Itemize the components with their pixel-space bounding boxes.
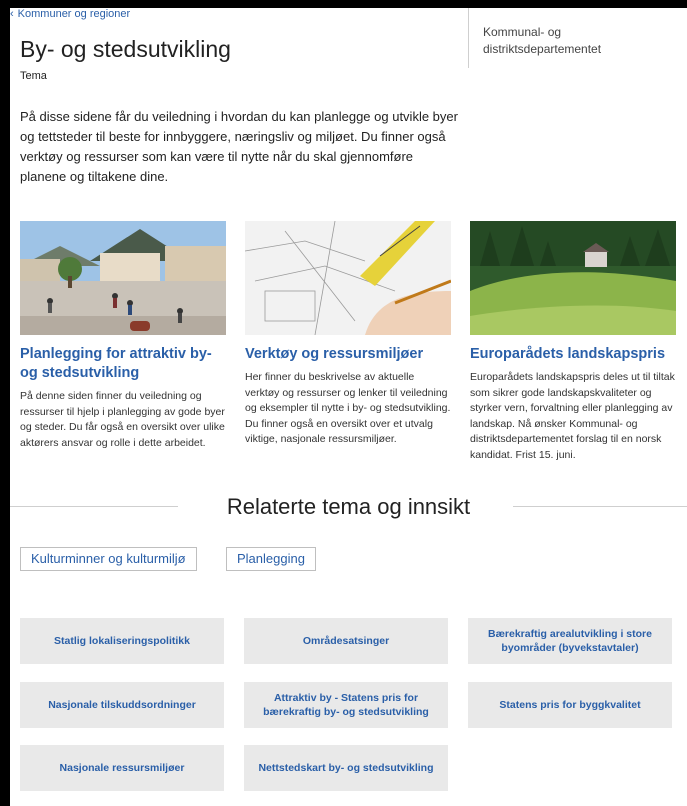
card-image-drawing[interactable]	[245, 221, 451, 335]
department-link[interactable]: Kommunal- og distriktsdepartementet	[483, 24, 633, 58]
breadcrumb-label: Kommuner og regioner	[17, 8, 131, 20]
link-nasjonale-ressursmiljoer[interactable]: Nasjonale ressursmiljøer	[20, 745, 224, 791]
page: ‹ Kommuner og regioner By- og stedsutvikl…	[10, 8, 687, 806]
card-tools[interactable]: Verktøy og ressursmiljøer Her finner du …	[245, 221, 451, 448]
tag-planlegging[interactable]: Planlegging	[226, 547, 316, 571]
link-statens-pris-byggkvalitet[interactable]: Statens pris for byggkvalitet	[468, 682, 672, 728]
link-omradesatsinger[interactable]: Områdesatsinger	[244, 618, 448, 664]
card-title[interactable]: Europarådets landskapspris	[470, 345, 676, 364]
card-text: Her finner du beskrivelse av aktuelle ve…	[245, 371, 451, 445]
intro-text: På disse sidene får du veiledning i hvor…	[20, 109, 458, 184]
card-image-landscape[interactable]	[470, 221, 676, 335]
card-image-town-square[interactable]	[20, 221, 226, 335]
card-text: På denne siden finner du veiledning og r…	[20, 390, 225, 449]
link-statlig-lokaliseringspolitikk[interactable]: Statlig lokaliseringspolitikk	[20, 618, 224, 664]
link-nettstedskart[interactable]: Nettstedskart by- og stedsutvikling	[244, 745, 448, 791]
card-landscape[interactable]: Europarådets landskapspris Europarådets …	[470, 221, 676, 463]
card-title[interactable]: Verktøy og ressursmiljøer	[245, 345, 451, 364]
card-text: Europarådets landskapspris deles ut til …	[470, 371, 675, 461]
page-subtitle: Tema	[20, 70, 47, 82]
chevron-left-icon: ‹	[10, 8, 14, 20]
link-attraktiv-by[interactable]: Attraktiv by - Statens pris for bærekraf…	[244, 682, 448, 728]
page-title: By- og stedsutvikling	[20, 36, 231, 62]
breadcrumb-link[interactable]: ‹ Kommuner og regioner	[10, 8, 130, 20]
tag-kulturminner[interactable]: Kulturminner og kulturmiljø	[20, 547, 197, 571]
card-title[interactable]: Planlegging for attraktiv by- og stedsut…	[20, 345, 226, 383]
link-nasjonale-tilskuddsordninger[interactable]: Nasjonale tilskuddsordninger	[20, 682, 224, 728]
link-baerekraftig-arealutvikling[interactable]: Bærekraftig arealutvikling i store byomr…	[468, 618, 672, 664]
department-sidebar: Kommunal- og distriktsdepartementet	[468, 8, 687, 68]
card-planning[interactable]: Planlegging for attraktiv by- og stedsut…	[20, 221, 226, 451]
related-heading: Relaterte tema og innsikt	[226, 494, 471, 519]
